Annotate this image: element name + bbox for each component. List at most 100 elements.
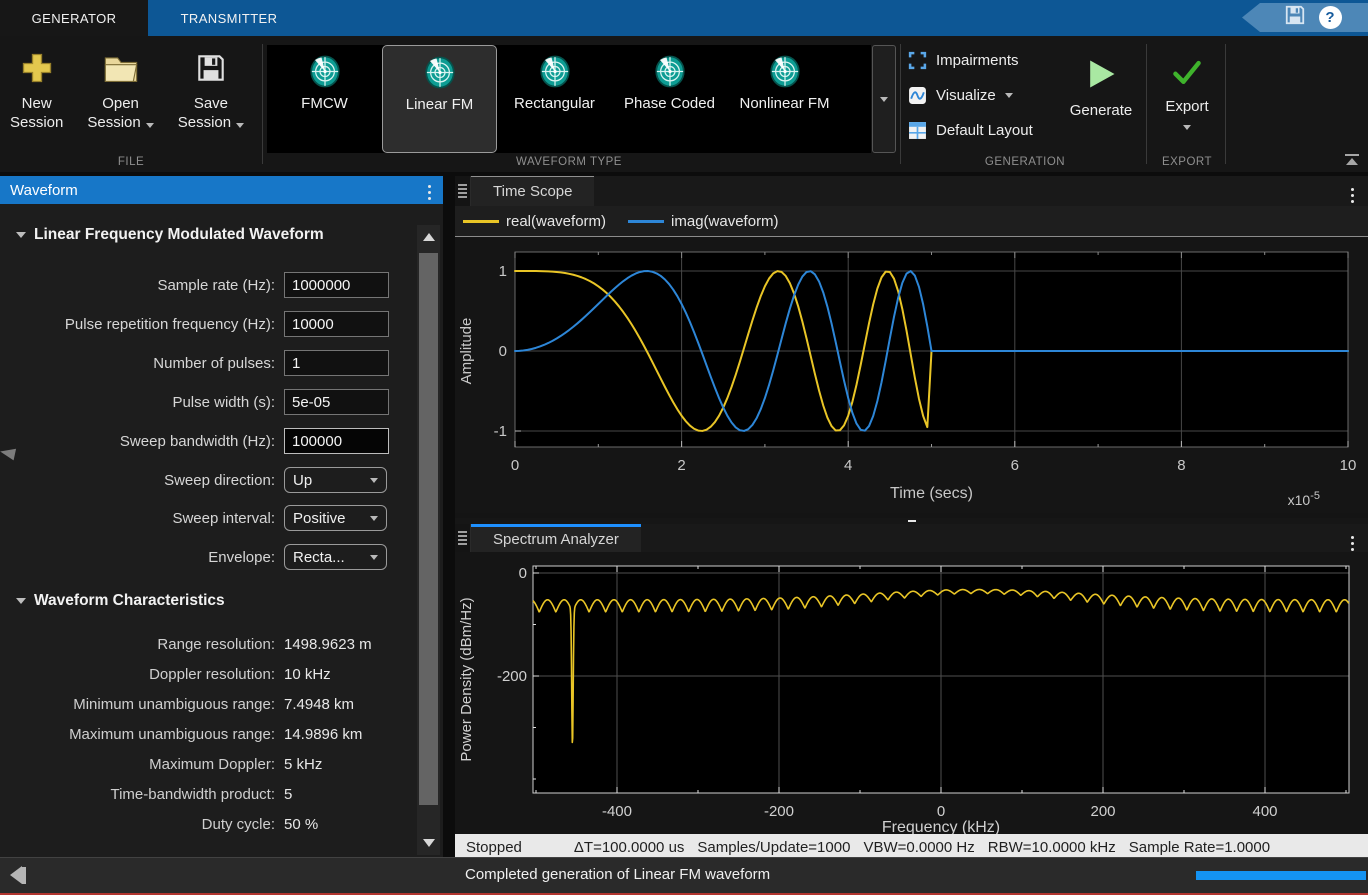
svg-text:200: 200	[1090, 803, 1115, 820]
scroll-down-button[interactable]	[417, 831, 440, 855]
field-input-sweep-bandwidth-hz[interactable]	[284, 428, 389, 454]
section-header-lfm-waveform[interactable]: Linear Frequency Modulated Waveform	[16, 226, 324, 244]
floppy-icon	[194, 48, 228, 88]
gallery-item-nonlinear-fm[interactable]: Nonlinear FM	[727, 45, 842, 153]
tab-transmitter[interactable]: TRANSMITTER	[148, 0, 310, 36]
visualize-button[interactable]: Visualize	[908, 83, 1013, 107]
help-icon[interactable]: ?	[1319, 6, 1342, 29]
svg-text:Time (secs): Time (secs)	[890, 485, 973, 502]
panel-menu-icon[interactable]	[424, 181, 435, 204]
svg-text:400: 400	[1252, 803, 1277, 820]
dropdown-sweep-interval[interactable]: Positive	[284, 505, 387, 531]
time-scope-plot: 024681010-1Time (secs)x10-5Amplitude	[455, 237, 1368, 513]
gallery-item-phase-coded[interactable]: Phase Coded	[612, 45, 727, 153]
tab-spectrum-analyzer[interactable]: Spectrum Analyzer	[471, 524, 641, 552]
svg-text:2: 2	[677, 457, 685, 474]
tab-time-scope[interactable]: Time Scope	[471, 176, 594, 206]
characteristic-value: 5	[284, 786, 292, 803]
dropdown-sweep-direction[interactable]: Up	[284, 467, 387, 493]
drag-grip-icon[interactable]	[455, 176, 471, 206]
spectrum-status-item: RBW=10.0000 kHz	[988, 839, 1116, 856]
scrollbar[interactable]	[417, 225, 440, 855]
svg-text:-400: -400	[602, 803, 632, 820]
chevron-down-icon	[370, 555, 378, 560]
characteristic-value: 7.4948 km	[284, 696, 354, 713]
spectrum-menu-icon[interactable]	[1347, 532, 1358, 555]
export-button[interactable]: Export	[1150, 46, 1224, 130]
legend-label: imag(waveform)	[671, 213, 779, 230]
button-label: Visualize	[936, 87, 996, 104]
characteristic-label: Minimum unambiguous range:	[2, 696, 284, 713]
field-label: Sweep interval:	[2, 510, 284, 527]
dropdown-value: Positive	[293, 510, 346, 527]
radar-icon	[310, 55, 340, 95]
time-scope-menu-icon[interactable]	[1347, 184, 1358, 207]
impairments-icon	[908, 51, 927, 70]
characteristic-row: Doppler resolution:10 kHz	[2, 666, 331, 683]
field-label: Sample rate (Hz):	[2, 277, 284, 294]
open-session-button[interactable]: OpenSession	[83, 46, 157, 134]
field-input-number-of-pulses[interactable]	[284, 350, 389, 376]
skip-to-start-icon[interactable]	[10, 866, 26, 884]
gallery-item-label: Linear FM	[387, 96, 492, 114]
spectrum-status-item: Samples/Update=1000	[697, 839, 850, 856]
save-session-button[interactable]: SaveSession	[174, 46, 248, 134]
spectrum-status-item: VBW=0.0000 Hz	[863, 839, 974, 856]
section-title: Linear Frequency Modulated Waveform	[34, 226, 324, 244]
field-input-pulse-repetition-frequency-hz[interactable]	[284, 311, 389, 337]
legend-label: real(waveform)	[506, 213, 606, 230]
button-label: Open	[102, 94, 139, 113]
section-header-waveform-characteristics[interactable]: Waveform Characteristics	[16, 592, 225, 610]
collapse-triangle-icon	[16, 232, 26, 238]
field-row: Sweep direction:Up	[2, 467, 387, 493]
field-label: Pulse width (s):	[2, 394, 284, 411]
generation-section-label: GENERATION	[908, 156, 1142, 168]
characteristic-row: Range resolution:1498.9623 m	[2, 636, 372, 653]
app-window: GENERATOR TRANSMITTER ? NewSessionOpenSe…	[0, 0, 1368, 895]
titlebar: GENERATOR TRANSMITTER ?	[0, 0, 1368, 36]
save-icon[interactable]	[1283, 3, 1307, 32]
svg-text:0: 0	[519, 565, 527, 582]
dropdown-envelope[interactable]: Recta...	[284, 544, 387, 570]
play-icon	[1083, 46, 1119, 102]
scroll-up-button[interactable]	[417, 225, 440, 249]
dropdown-value: Up	[293, 472, 312, 489]
svg-text:-1: -1	[494, 423, 507, 440]
field-row: Number of pulses:	[2, 350, 389, 376]
tab-generator[interactable]: GENERATOR	[0, 0, 148, 36]
characteristic-label: Duty cycle:	[2, 816, 284, 833]
field-input-pulse-width-s[interactable]	[284, 389, 389, 415]
drag-grip-icon[interactable]	[455, 524, 471, 552]
tab-time-scope-label: Time Scope	[493, 183, 572, 200]
plus-icon	[19, 48, 55, 88]
gallery-item-linear-fm[interactable]: Linear FM	[382, 45, 497, 153]
gallery-item-rectangular[interactable]: Rectangular	[497, 45, 612, 153]
default-layout-button[interactable]: Default Layout	[908, 118, 1033, 142]
radar-icon	[425, 56, 455, 96]
new-session-button[interactable]: NewSession	[6, 46, 67, 134]
spectrum-run-state: Stopped	[466, 839, 522, 856]
spectrum-status-item: ΔT=100.0000 us	[574, 839, 685, 856]
characteristic-value: 50 %	[284, 816, 318, 833]
status-message: Completed generation of Linear FM wavefo…	[465, 866, 770, 883]
quick-access-toolbar: ?	[1242, 3, 1368, 32]
characteristic-row: Minimum unambiguous range:7.4948 km	[2, 696, 354, 713]
collapse-ribbon-button[interactable]	[1344, 154, 1360, 166]
gallery-item-fmcw[interactable]: FMCW	[267, 45, 382, 153]
field-input-sample-rate-hz[interactable]	[284, 272, 389, 298]
field-label: Sweep bandwidth (Hz):	[2, 433, 284, 450]
generate-button[interactable]: Generate	[1056, 46, 1146, 119]
svg-text:4: 4	[844, 457, 852, 474]
panel-collapse-arrow[interactable]	[0, 446, 16, 461]
characteristic-row: Duty cycle:50 %	[2, 816, 318, 833]
separator	[1146, 44, 1147, 164]
characteristic-label: Maximum Doppler:	[2, 756, 284, 773]
scrollbar-thumb[interactable]	[419, 253, 438, 805]
tab-generator-label: GENERATOR	[32, 11, 117, 26]
impairments-button[interactable]: Impairments	[908, 48, 1019, 72]
separator	[900, 44, 901, 164]
gallery-dropdown-button[interactable]	[872, 45, 896, 153]
chevron-down-icon	[236, 123, 244, 128]
button-label: Session	[10, 113, 63, 132]
triangle-up-icon	[423, 233, 435, 241]
